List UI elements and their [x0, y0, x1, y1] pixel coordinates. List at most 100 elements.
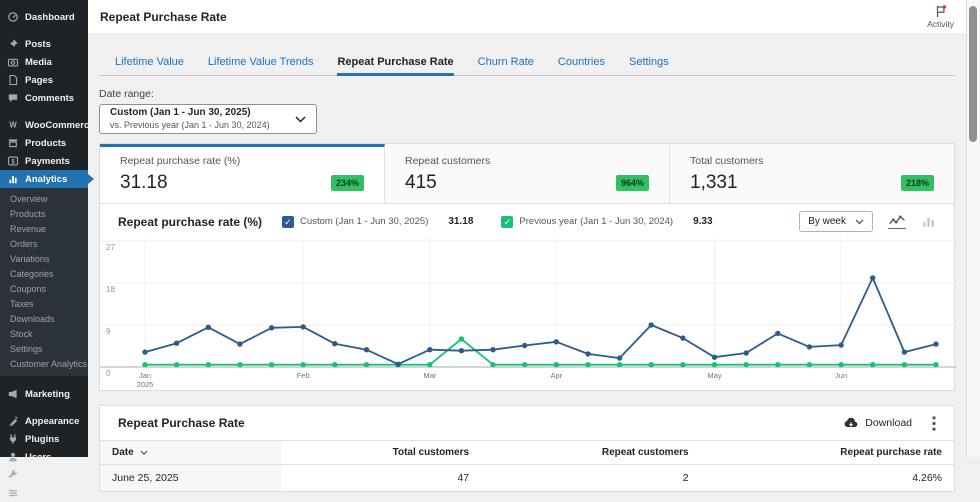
bar-chart-type-icon[interactable]	[921, 215, 936, 228]
download-button[interactable]: Download	[843, 415, 912, 431]
sidebar-item-label: Marketing	[25, 389, 70, 400]
sidebar-subitem-settings[interactable]: Settings	[0, 341, 88, 356]
sidebar-subitem-customer-analytics[interactable]: Customer Analytics	[0, 356, 88, 371]
svg-text:Jan: Jan	[139, 371, 151, 380]
sidebar-subitem-products[interactable]: Products	[0, 206, 88, 221]
sidebar-subitem-orders[interactable]: Orders	[0, 236, 88, 251]
sidebar-item-label: Media	[25, 57, 52, 68]
sidebar-item-media[interactable]: Media	[0, 53, 88, 71]
activity-button[interactable]: Activity	[927, 4, 954, 29]
tab-churn-rate[interactable]: Churn Rate	[478, 50, 534, 76]
sidebar-item-woocommerce[interactable]: WWooCommerce	[0, 116, 88, 134]
activity-label: Activity	[927, 19, 954, 29]
sidebar-item-products[interactable]: Products	[0, 134, 88, 152]
chart-legend: ✓Custom (Jan 1 - Jun 30, 2025)31.18 ✓Prev…	[282, 216, 741, 228]
tab-settings[interactable]: Settings	[629, 50, 669, 76]
download-label: Download	[865, 417, 912, 429]
page-title: Repeat Purchase Rate	[100, 10, 227, 24]
line-chart-type-icon[interactable]	[888, 214, 906, 229]
sidebar-item-label: Users	[25, 452, 51, 463]
sidebar-item-appearance[interactable]: Appearance	[0, 412, 88, 430]
sidebar-item-dashboard[interactable]: Dashboard	[0, 8, 88, 26]
sidebar-item-pages[interactable]: Pages	[0, 71, 88, 89]
products-icon	[7, 137, 19, 149]
active-menu-arrow	[88, 174, 94, 184]
sidebar-item-label: Settings	[25, 488, 62, 499]
column-header-date[interactable]: Date	[100, 441, 282, 465]
chart-panel: Repeat purchase rate (%)31.18234% Repeat …	[99, 143, 955, 391]
users-icon	[7, 451, 19, 463]
sidebar-item-posts[interactable]: Posts	[0, 35, 88, 53]
table-row: June 25, 20254724.26%	[100, 465, 954, 492]
svg-text:Apr: Apr	[550, 371, 562, 380]
kebab-menu-icon[interactable]	[932, 416, 936, 431]
scrollbar-thumb[interactable]	[969, 6, 977, 142]
interval-select[interactable]: By week	[799, 211, 873, 232]
svg-text:Feb: Feb	[297, 371, 310, 380]
tile-delta-badge: 234%	[331, 175, 364, 191]
svg-text:27: 27	[106, 243, 115, 252]
tab-lifetime-value[interactable]: Lifetime Value	[115, 50, 184, 76]
date-range-select[interactable]: Custom (Jan 1 - Jun 30, 2025) vs. Previo…	[99, 104, 317, 134]
sidebar-item-plugins[interactable]: Plugins	[0, 430, 88, 448]
appearance-icon	[7, 415, 19, 427]
sidebar-item-label: Tools	[25, 470, 50, 481]
sidebar-subitem-stock[interactable]: Stock	[0, 326, 88, 341]
sidebar-subitem-overview[interactable]: Overview	[0, 191, 88, 206]
sidebar-item-label: Products	[25, 138, 66, 149]
sidebar-item-label: Plugins	[25, 434, 59, 445]
sidebar-item-label: Dashboard	[25, 12, 75, 23]
sidebar-subitem-coupons[interactable]: Coupons	[0, 281, 88, 296]
tile-value: 1,331	[690, 172, 738, 194]
date-range-section: Date range: Custom (Jan 1 - Jun 30, 2025…	[99, 88, 955, 134]
chart-line-custom-jan-1-jun-30-2025	[145, 278, 936, 364]
date-range-label: Date range:	[99, 88, 955, 100]
chevron-down-icon	[295, 116, 306, 123]
column-header-repeat-purchase-rate[interactable]: Repeat purchase rate	[701, 441, 954, 465]
svg-text:May: May	[707, 371, 721, 380]
sidebar-item-settings[interactable]: Settings	[0, 484, 88, 502]
sidebar-item-analytics[interactable]: Analytics	[0, 170, 88, 188]
sidebar-subitem-downloads[interactable]: Downloads	[0, 311, 88, 326]
sidebar-item-label: Pages	[25, 75, 53, 86]
sidebar-item-marketing[interactable]: Marketing	[0, 385, 88, 403]
media-icon	[7, 56, 19, 68]
svg-text:18: 18	[106, 285, 115, 294]
chart-area[interactable]: 091827Jan2025FebMarAprMayJun	[100, 237, 954, 390]
tile-label: Total customers	[690, 155, 934, 167]
sidebar-subitem-revenue[interactable]: Revenue	[0, 221, 88, 236]
sidebar-subitem-categories[interactable]: Categories	[0, 266, 88, 281]
column-header-total-customers[interactable]: Total customers	[282, 441, 482, 465]
sidebar-item-comments[interactable]: Comments	[0, 89, 88, 107]
sidebar-item-tools[interactable]: Tools	[0, 466, 88, 484]
tab-lifetime-value-trends[interactable]: Lifetime Value Trends	[208, 50, 314, 76]
comments-icon	[7, 92, 19, 104]
sidebar-subitem-taxes[interactable]: Taxes	[0, 296, 88, 311]
svg-text:W: W	[9, 121, 17, 130]
legend-item-previous-year-jan-1-jun-30-2024[interactable]: ✓Previous year (Jan 1 - Jun 30, 2024)9.3…	[501, 216, 712, 228]
column-header-repeat-customers[interactable]: Repeat customers	[481, 441, 701, 465]
svg-text:Jun: Jun	[835, 371, 847, 380]
sidebar-item-users[interactable]: Users	[0, 448, 88, 466]
checkbox-checked-icon[interactable]: ✓	[501, 216, 513, 228]
summary-tile-total-customers[interactable]: Total customers1,331218%	[670, 144, 954, 203]
sidebar-item-label: Posts	[25, 39, 51, 50]
table-cell-repeat-purchase-rate: 4.26%	[701, 465, 954, 492]
analytics-icon	[7, 173, 19, 185]
sidebar-subitem-variations[interactable]: Variations	[0, 251, 88, 266]
checkbox-checked-icon[interactable]: ✓	[282, 216, 294, 228]
svg-text:Mar: Mar	[423, 371, 436, 380]
tab-repeat-purchase-rate[interactable]: Repeat Purchase Rate	[337, 50, 453, 76]
sidebar-item-label: Payments	[25, 156, 70, 167]
legend-item-custom-jan-1-jun-30-2025[interactable]: ✓Custom (Jan 1 - Jun 30, 2025)31.18	[282, 216, 473, 228]
summary-tile-repeat-customers[interactable]: Repeat customers415964%	[385, 144, 670, 203]
legend-value: 9.33	[693, 216, 712, 227]
tab-countries[interactable]: Countries	[558, 50, 605, 76]
topbar: Repeat Purchase Rate Activity	[88, 0, 966, 33]
sidebar-item-payments[interactable]: $Payments	[0, 152, 88, 170]
tile-value: 415	[405, 172, 437, 194]
tile-label: Repeat customers	[405, 155, 649, 167]
summary-tile-repeat-purchase-rate[interactable]: Repeat purchase rate (%)31.18234%	[100, 144, 385, 203]
vertical-scrollbar[interactable]	[966, 0, 980, 457]
legend-value: 31.18	[448, 216, 473, 227]
